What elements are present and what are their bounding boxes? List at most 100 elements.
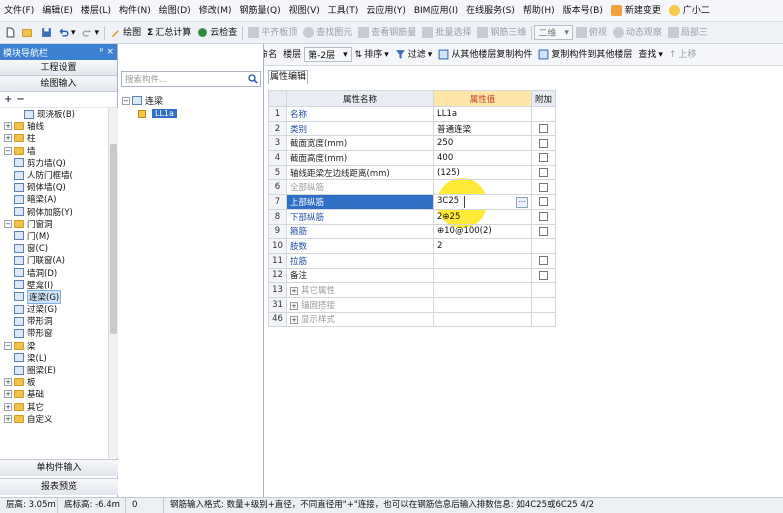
expand-toggle[interactable]: − [4,341,12,350]
property-name-cell[interactable]: 名称 [286,106,434,122]
tree-item[interactable]: 人防门框墙( [0,169,108,181]
additional-cell[interactable] [530,150,557,166]
property-name-cell[interactable]: 上部纵筋 [286,194,434,210]
additional-checkbox[interactable] [539,256,548,266]
top-view-button[interactable]: 俯视 [573,23,610,43]
property-row[interactable]: 10 肢数 2 [268,238,557,254]
property-row[interactable]: 4 截面高度(mm) 400 [268,150,557,166]
component-search[interactable]: 搜索构件... [121,71,261,87]
property-row[interactable]: 11 拉筋 [268,252,557,269]
property-row[interactable]: 12 备注 [268,267,557,284]
tree-folder[interactable]: + 基础 [0,388,108,400]
tree-item[interactable]: 剪力墙(Q) [0,157,108,169]
tree-item[interactable]: 带形洞 [0,315,108,327]
view-mode-select[interactable]: 二维 ▾ [534,25,573,40]
property-row[interactable]: 31 + 锚固搭接 [268,296,557,313]
property-row[interactable]: 3 截面宽度(mm) 250 [268,135,557,152]
menu-item[interactable]: BIM应用(I) [410,0,462,21]
property-row[interactable]: 2 类别 普通连梁 [268,120,557,137]
expand-toggle[interactable]: + [290,316,298,325]
cloud-check-button[interactable]: 云检查 [194,23,240,43]
property-name-cell[interactable]: 类别 [286,120,434,137]
additional-checkbox[interactable] [539,182,548,192]
flat-board-button[interactable]: 平齐板顶 [245,23,300,43]
tree-item[interactable]: 圈梁(E) [0,364,108,376]
property-name-cell[interactable]: 全部纵筋 [286,179,434,196]
rebar-3d-button[interactable]: 钢筋三维 [474,23,529,43]
single-component-input-button[interactable]: 单构件输入 [0,459,118,476]
additional-checkbox[interactable] [539,168,548,178]
tree-folder[interactable]: + 自定义 [0,413,108,425]
project-settings-button[interactable]: 工程设置 [0,60,117,76]
expand-toggle[interactable]: + [4,402,12,411]
additional-cell[interactable] [530,267,557,284]
menu-item[interactable]: 工具(T) [324,0,363,21]
expand-toggle[interactable]: + [290,287,298,296]
property-row[interactable]: 7 上部纵筋 3C25 ··· [268,194,557,210]
property-row[interactable]: 9 箍筋 ⊕10@100(2) [268,223,557,240]
find-button[interactable]: 查找 ▾ [635,45,666,65]
component-tree-root[interactable]: − 连梁 [122,94,177,107]
tree-item[interactable]: 墙洞(D) [0,266,108,279]
expand-toggle[interactable]: + [4,122,12,131]
property-row[interactable]: 8 下部纵筋 2⊕25 [268,208,557,225]
tree-item[interactable]: 连梁(G) [0,289,108,304]
property-row[interactable]: 6 全部纵筋 [268,179,557,196]
additional-cell[interactable] [530,120,557,137]
property-value-cell[interactable] [433,267,532,284]
menu-item[interactable]: 文件(F) [0,0,38,21]
sum-calc-button[interactable]: Σ 汇总计算 [144,23,194,43]
collapse-all-icon[interactable]: − [16,94,24,105]
property-row[interactable]: 5 轴线距梁左边线距离(mm) (125) [268,164,557,181]
redo-button[interactable]: ▾ [79,23,103,43]
tree-folder[interactable]: − 梁 [0,340,108,352]
property-name-cell[interactable]: 轴线距梁左边线距离(mm) [286,164,434,181]
property-name-cell[interactable]: 备注 [286,267,434,284]
menu-item[interactable]: 编辑(E) [38,0,77,21]
additional-cell[interactable] [530,252,557,269]
property-name-cell[interactable]: + 显示样式 [286,311,434,328]
property-value-cell[interactable] [433,179,532,196]
pin-close-icon[interactable]: ᵖ × [100,47,114,57]
additional-checkbox[interactable] [539,124,548,134]
expand-toggle[interactable]: + [290,301,298,310]
tree-item[interactable]: 现浇板(B) [0,108,108,120]
menu-item[interactable]: 云应用(Y) [362,0,410,21]
tree-item[interactable]: 砌体墙(Q) [0,181,108,193]
tree-item[interactable]: 过梁(G) [0,303,108,315]
tree-item[interactable]: 砌体加筋(Y) [0,206,108,218]
report-preview-button[interactable]: 报表预览 [0,478,118,495]
additional-cell[interactable] [530,135,557,152]
property-value-cell[interactable]: ⊕10@100(2) [433,223,532,240]
menu-item[interactable]: 绘图(D) [155,0,195,21]
open-button[interactable] [19,28,38,37]
save-button[interactable] [38,27,55,38]
floor-select[interactable]: 第-2层 ▾ [304,47,352,62]
expand-toggle[interactable]: + [4,414,12,423]
additional-checkbox[interactable] [539,153,548,163]
property-row[interactable]: 13 + 其它属性 [268,282,557,298]
menu-item[interactable]: 构件(N) [115,0,155,21]
menu-item[interactable]: 在线服务(S) [462,0,519,21]
component-item-ll1a[interactable]: LL1a [122,107,177,120]
copy-from-floor-button[interactable]: 从其他楼层复制构件 [435,45,535,65]
tree-item[interactable]: 暗梁(A) [0,193,108,205]
property-row[interactable]: 46 + 显示样式 [268,311,557,328]
local-3d-button[interactable]: 局部三 [665,23,711,43]
tree-item[interactable]: 门(M) [0,230,108,242]
expand-toggle[interactable]: + [4,378,12,387]
dynamic-view-button[interactable]: 动态观察 [610,23,665,43]
tree-folder[interactable]: + 轴线 [0,120,108,132]
expand-toggle[interactable]: − [4,146,12,155]
property-value-cell[interactable]: 2 [433,238,532,254]
user-account[interactable]: 广小二 [665,0,714,21]
tree-item[interactable]: 带形窗 [0,327,108,339]
additional-cell[interactable] [530,223,557,240]
view-rebar-button[interactable]: 查看钢筋量 [355,23,419,43]
property-value-cell[interactable]: 2⊕25 [433,208,532,225]
expand-toggle[interactable]: + [4,390,12,399]
sort-button[interactable]: ⇅ 排序 ▾ [352,45,392,65]
additional-checkbox[interactable] [539,138,548,148]
expand-toggle[interactable]: − [4,219,12,228]
property-name-cell[interactable]: + 锚固搭接 [286,296,434,313]
